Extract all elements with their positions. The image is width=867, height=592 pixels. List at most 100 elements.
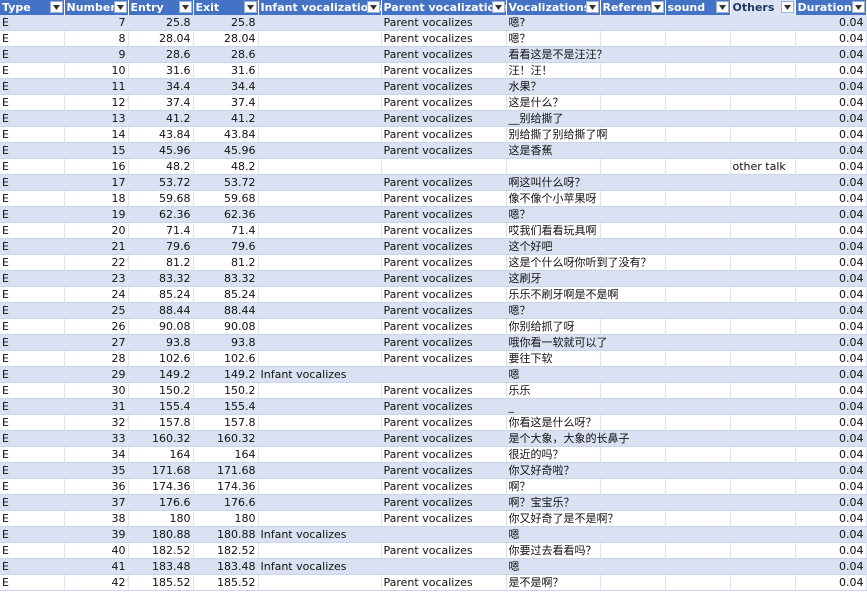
cell-number[interactable]: 36 bbox=[64, 478, 129, 495]
cell-exit[interactable]: 93.8 bbox=[193, 334, 259, 351]
cell-number[interactable]: 28 bbox=[64, 350, 129, 367]
cell-referent[interactable] bbox=[600, 574, 666, 591]
cell-referent[interactable] bbox=[600, 30, 666, 47]
cell-infant[interactable] bbox=[258, 174, 382, 191]
cell-infant[interactable] bbox=[258, 430, 382, 447]
cell-parent[interactable]: Parent vocalizes bbox=[381, 574, 507, 591]
cell-referent[interactable] bbox=[600, 558, 666, 575]
cell-infant[interactable] bbox=[258, 510, 382, 527]
cell-others[interactable] bbox=[730, 350, 796, 367]
cell-number[interactable]: 38 bbox=[64, 510, 129, 527]
cell-type[interactable]: E bbox=[0, 574, 65, 591]
cell-vocalizations[interactable]: 要往下软 bbox=[506, 350, 601, 367]
cell-infant[interactable] bbox=[258, 46, 382, 63]
cell-entry[interactable]: 180.88 bbox=[128, 526, 194, 543]
cell-number[interactable]: 23 bbox=[64, 270, 129, 287]
cell-parent[interactable]: Parent vocalizes bbox=[381, 286, 507, 303]
table-row[interactable]: E 26 90.08 90.08 Parent vocalizes 你别给抓了呀 0.04 bbox=[0, 318, 867, 335]
cell-type[interactable]: E bbox=[0, 510, 65, 527]
cell-type[interactable]: E bbox=[0, 462, 65, 479]
cell-exit[interactable]: 160.32 bbox=[193, 430, 259, 447]
cell-parent[interactable]: Parent vocalizes bbox=[381, 78, 507, 95]
cell-entry[interactable]: 37.4 bbox=[128, 94, 194, 111]
cell-duration[interactable]: 0.04 bbox=[795, 126, 867, 143]
cell-parent[interactable] bbox=[381, 558, 507, 575]
cell-exit[interactable]: 157.8 bbox=[193, 414, 259, 431]
cell-infant[interactable] bbox=[258, 382, 382, 399]
cell-entry[interactable]: 180 bbox=[128, 510, 194, 527]
cell-entry[interactable]: 59.68 bbox=[128, 190, 194, 207]
cell-others[interactable] bbox=[730, 238, 796, 255]
cell-vocalizations[interactable]: 嗯？ bbox=[506, 206, 601, 223]
table-row[interactable]: E 15 45.96 45.96 Parent vocalizes 这是香蕉 0.04 bbox=[0, 142, 867, 159]
cell-entry[interactable]: 149.2 bbox=[128, 366, 194, 383]
cell-vocalizations[interactable]: 乐乐不刷牙啊是不是啊 bbox=[506, 286, 619, 303]
filter-dropdown-icon[interactable] bbox=[851, 1, 865, 13]
cell-entry[interactable]: 150.2 bbox=[128, 382, 194, 399]
cell-others[interactable] bbox=[730, 574, 796, 591]
cell-others[interactable] bbox=[730, 494, 796, 511]
cell-sound[interactable] bbox=[665, 462, 731, 479]
cell-exit[interactable]: 53.72 bbox=[193, 174, 259, 191]
cell-vocalizations[interactable]: 你看这是什么呀？ bbox=[506, 414, 601, 431]
cell-infant[interactable] bbox=[258, 494, 382, 511]
cell-exit[interactable]: 25.8 bbox=[193, 15, 259, 31]
table-row[interactable]: E 36 174.36 174.36 Parent vocalizes 啊？ 0.04 bbox=[0, 478, 867, 495]
header-exit[interactable]: Exit bbox=[193, 0, 259, 15]
cell-parent[interactable]: Parent vocalizes bbox=[381, 190, 507, 207]
cell-infant[interactable] bbox=[258, 206, 382, 223]
cell-vocalizations[interactable]: 嗯? bbox=[506, 15, 601, 31]
cell-parent[interactable]: Parent vocalizes bbox=[381, 510, 507, 527]
cell-exit[interactable]: 155.4 bbox=[193, 398, 259, 415]
cell-vocalizations[interactable]: 啊这叫什么呀？ bbox=[506, 174, 601, 191]
cell-referent[interactable] bbox=[600, 206, 666, 223]
table-row[interactable]: E 29 149.2 149.2 Infant vocalizes 嗯 0.04 bbox=[0, 366, 867, 383]
cell-parent[interactable]: Parent vocalizes bbox=[381, 494, 507, 511]
cell-duration[interactable]: 0.04 bbox=[795, 62, 867, 79]
table-row[interactable]: E 33 160.32 160.32 Parent vocalizes 是个大象，大象的长… bbox=[0, 430, 867, 447]
cell-type[interactable]: E bbox=[0, 126, 65, 143]
cell-others[interactable] bbox=[730, 206, 796, 223]
cell-infant[interactable] bbox=[258, 350, 382, 367]
cell-type[interactable]: E bbox=[0, 478, 65, 495]
cell-infant[interactable] bbox=[258, 302, 382, 319]
cell-referent[interactable] bbox=[600, 142, 666, 159]
table-row[interactable]: E 9 28.6 28.6 Parent vocalizes 看看这是不是汪汪？ 0.04 bbox=[0, 46, 867, 63]
header-sound[interactable]: sound bbox=[665, 0, 731, 15]
cell-infant[interactable] bbox=[258, 334, 382, 351]
cell-entry[interactable]: 62.36 bbox=[128, 206, 194, 223]
cell-referent[interactable] bbox=[600, 478, 666, 495]
cell-entry[interactable]: 183.48 bbox=[128, 558, 194, 575]
cell-infant[interactable] bbox=[258, 318, 382, 335]
cell-number[interactable]: 39 bbox=[64, 526, 129, 543]
table-row[interactable]: E 11 34.4 34.4 Parent vocalizes 水果？ 0.04 bbox=[0, 78, 867, 95]
cell-entry[interactable]: 71.4 bbox=[128, 222, 194, 239]
cell-entry[interactable]: 157.8 bbox=[128, 414, 194, 431]
header-entry[interactable]: Entry bbox=[128, 0, 194, 15]
cell-sound[interactable] bbox=[665, 478, 731, 495]
cell-exit[interactable]: 164 bbox=[193, 446, 259, 463]
cell-sound[interactable] bbox=[665, 94, 731, 111]
cell-entry[interactable]: 43.84 bbox=[128, 126, 194, 143]
cell-parent[interactable]: Parent vocalizes bbox=[381, 478, 507, 495]
cell-infant[interactable]: Infant vocalizes bbox=[258, 526, 382, 543]
cell-parent[interactable]: Parent vocalizes bbox=[381, 542, 507, 559]
cell-type[interactable]: E bbox=[0, 222, 65, 239]
cell-infant[interactable] bbox=[258, 270, 382, 287]
table-row[interactable]: E 34 164 164 Parent vocalizes 很近的吗？ 0.04 bbox=[0, 446, 867, 463]
table-row[interactable]: E 10 31.6 31.6 Parent vocalizes 汪！汪！ 0.04 bbox=[0, 62, 867, 79]
cell-parent[interactable] bbox=[381, 158, 507, 175]
cell-type[interactable]: E bbox=[0, 398, 65, 415]
header-infant[interactable]: Infant vocalizations bbox=[258, 0, 382, 15]
cell-duration[interactable]: 0.04 bbox=[795, 542, 867, 559]
table-row[interactable]: E 19 62.36 62.36 Parent vocalizes 嗯？ 0.04 bbox=[0, 206, 867, 223]
header-others[interactable]: Others bbox=[730, 0, 796, 15]
cell-number[interactable]: 8 bbox=[64, 30, 129, 47]
cell-sound[interactable] bbox=[665, 494, 731, 511]
cell-infant[interactable] bbox=[258, 478, 382, 495]
table-row[interactable]: E 16 48.2 48.2 other talk 0.04 bbox=[0, 158, 867, 175]
cell-exit[interactable]: 174.36 bbox=[193, 478, 259, 495]
cell-duration[interactable]: 0.04 bbox=[795, 526, 867, 543]
cell-vocalizations[interactable]: 你别给抓了呀 bbox=[506, 318, 601, 335]
cell-entry[interactable]: 34.4 bbox=[128, 78, 194, 95]
